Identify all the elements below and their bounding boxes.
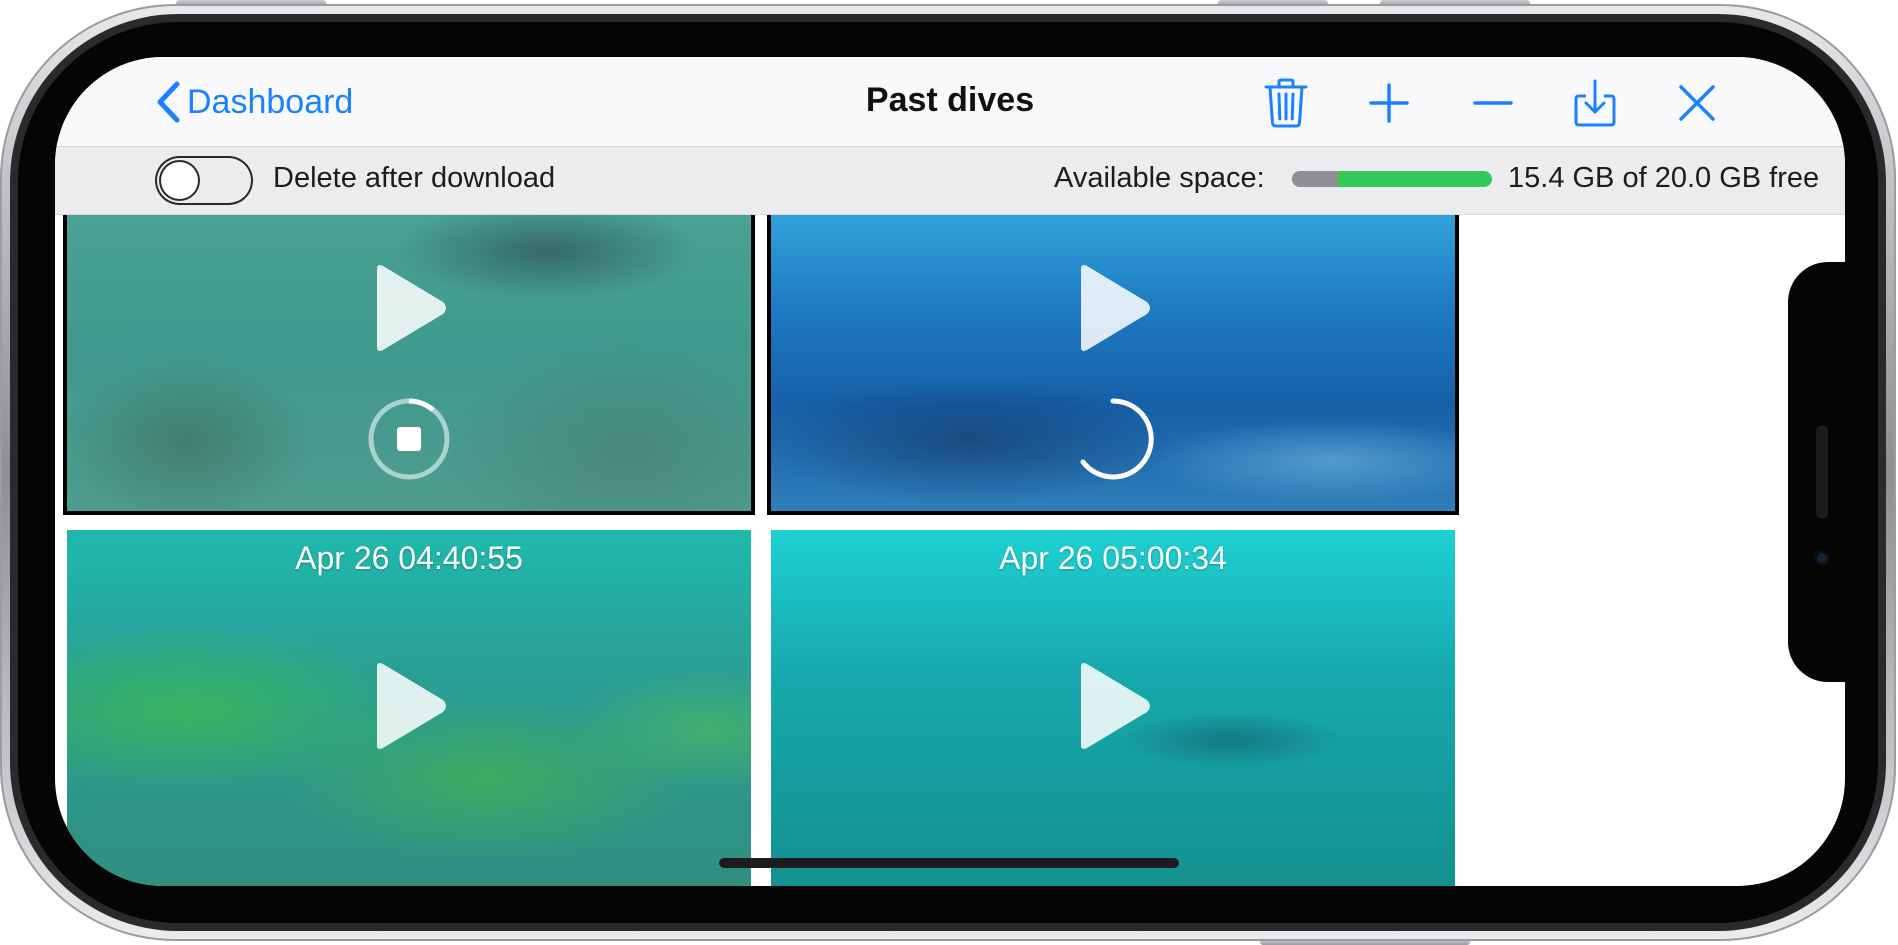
play-icon[interactable]: [1073, 661, 1153, 751]
stop-download-icon[interactable]: [357, 387, 461, 491]
trash-icon: [1264, 78, 1308, 128]
available-space-label: Available space:: [1054, 162, 1265, 194]
plus-icon: [1369, 83, 1409, 123]
close-icon: [1679, 85, 1715, 121]
close-button[interactable]: [1669, 75, 1725, 131]
storage-bar-used: [1292, 171, 1338, 187]
play-icon[interactable]: [369, 263, 449, 353]
delete-button[interactable]: [1258, 75, 1314, 131]
video-grid: Apr 26 04:40:55 Apr 26 05:00:34: [55, 215, 1845, 886]
play-icon[interactable]: [369, 661, 449, 751]
home-indicator[interactable]: [719, 858, 1179, 868]
back-button-label: Dashboard: [187, 82, 354, 121]
video-tile[interactable]: Apr 26 05:00:34: [771, 530, 1455, 886]
video-tile[interactable]: [771, 215, 1455, 511]
storage-toolbar: Delete after download Available space: 1…: [55, 147, 1845, 215]
earpiece-speaker: [1816, 425, 1828, 519]
video-date: Apr 26 04:40:55: [295, 540, 523, 576]
play-icon[interactable]: [1073, 263, 1153, 353]
delete-after-download-toggle[interactable]: [155, 156, 253, 205]
storage-bar: [1292, 171, 1492, 187]
video-date: Apr 26 05:00:34: [999, 540, 1227, 576]
back-button[interactable]: Dashboard: [155, 81, 353, 123]
add-button[interactable]: [1361, 75, 1417, 131]
navigation-bar: Dashboard Past dives: [55, 57, 1845, 147]
chevron-left-icon: [157, 81, 180, 123]
video-tile[interactable]: Apr 26 04:40:55: [67, 530, 751, 886]
video-tile[interactable]: [67, 215, 751, 511]
toggle-knob: [161, 162, 198, 199]
front-camera: [1814, 550, 1830, 566]
download-button[interactable]: [1567, 75, 1623, 131]
download-icon: [1574, 79, 1616, 127]
storage-free-text: 15.4 GB of 20.0 GB free: [1508, 162, 1820, 194]
loading-spinner-icon: [1080, 398, 1154, 480]
app-screen: Dashboard Past dives Delete after downlo…: [55, 57, 1845, 886]
minus-icon: [1473, 101, 1513, 105]
delete-after-download-label: Delete after download: [273, 162, 556, 194]
device-frame: Dashboard Past dives Delete after downlo…: [0, 0, 1898, 945]
remove-button[interactable]: [1465, 75, 1521, 131]
